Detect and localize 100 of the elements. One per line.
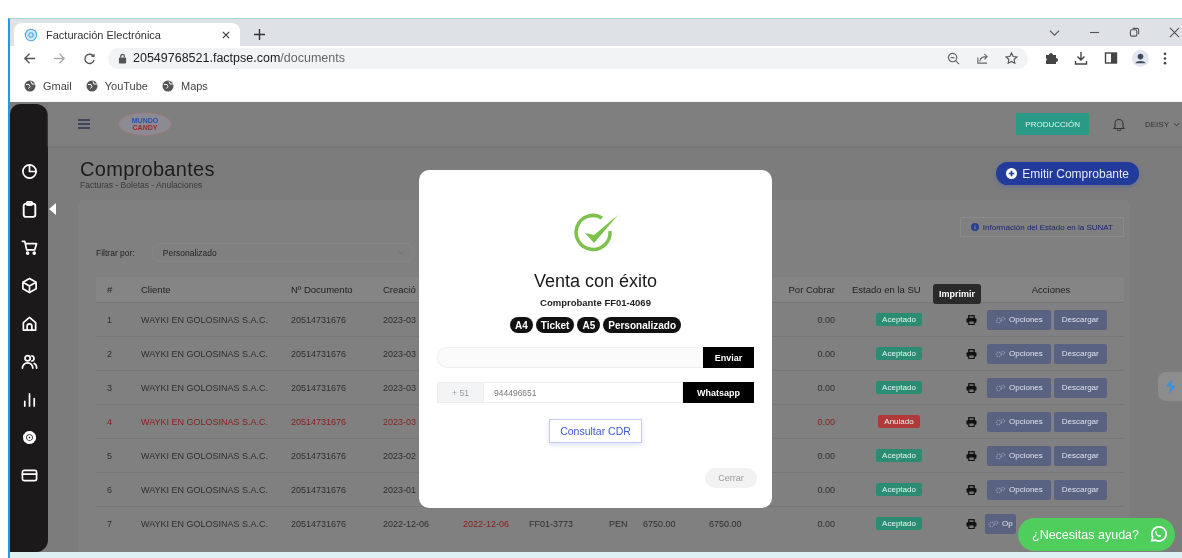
- reload-icon[interactable]: [83, 51, 96, 65]
- options-button[interactable]: Opciones: [987, 309, 1051, 330]
- triangle-marker: [49, 203, 56, 215]
- menu-icon[interactable]: [1163, 51, 1167, 65]
- table-cell-text: 7: [106, 518, 113, 529]
- format-button[interactable]: A5: [577, 317, 601, 333]
- country-code: + 51: [437, 382, 484, 403]
- column-header: Por Cobrar: [787, 284, 836, 295]
- issue-button[interactable]: Emitir Comprobante: [996, 162, 1139, 185]
- phone-field[interactable]: 944496651: [484, 382, 683, 403]
- bookmark[interactable]: Maps: [161, 80, 208, 92]
- bolt-icon: [1164, 378, 1177, 395]
- format-button[interactable]: Personalizado: [603, 317, 682, 333]
- bookmark[interactable]: YouTube: [85, 80, 148, 92]
- new-tab-icon[interactable]: [254, 29, 265, 40]
- options-button[interactable]: Opciones: [987, 479, 1051, 500]
- table-cell-text: WAYKI EN GOLOSINAS S.A.C.: [140, 450, 270, 461]
- pie-icon: [20, 162, 38, 180]
- printer-icon[interactable]: [966, 518, 977, 529]
- bookmark[interactable]: Gmail: [24, 80, 72, 92]
- printer-icon[interactable]: [966, 450, 977, 461]
- table-cell-text: WAYKI EN GOLOSINAS S.A.C.: [140, 518, 270, 529]
- table-cell-text: 20514731676: [290, 450, 348, 461]
- profile-icon[interactable]: [1132, 49, 1149, 67]
- download-button[interactable]: Descargar: [1053, 445, 1107, 466]
- column-header: Creació: [382, 284, 417, 295]
- table-cell-text: 2022-12-06: [462, 518, 511, 529]
- download-button[interactable]: Descargar: [1053, 479, 1107, 500]
- close-tab-icon[interactable]: [222, 30, 230, 39]
- users-icon: [20, 352, 38, 370]
- download-button[interactable]: Descargar: [1053, 411, 1107, 432]
- info-button[interactable]: Información del Estado en la SUNAT: [959, 217, 1124, 237]
- side-panel-icon[interactable]: [1104, 51, 1118, 65]
- environment-button[interactable]: PRODUCCIÓN: [1016, 113, 1089, 135]
- table-cell-text: 2023-03: [382, 416, 418, 427]
- table-cell-text: PEN: [608, 518, 629, 529]
- printer-icon[interactable]: [966, 382, 977, 393]
- options-button[interactable]: Opciones: [987, 343, 1051, 364]
- table-cell-text: 3: [106, 382, 113, 393]
- options-button[interactable]: Opciones: [987, 377, 1051, 398]
- printer-icon[interactable]: [966, 348, 977, 359]
- user-menu[interactable]: DEISY: [1145, 119, 1169, 129]
- download-button[interactable]: Descargar: [1053, 309, 1107, 330]
- download-button[interactable]: Descargar: [1053, 343, 1107, 364]
- printer-icon[interactable]: [966, 484, 977, 495]
- close-button[interactable]: Cerrar: [705, 468, 757, 488]
- status-badge: Aceptado: [876, 483, 922, 496]
- lock-icon: [118, 52, 127, 64]
- chevron-down-icon[interactable]: [1049, 27, 1060, 38]
- table-cell-text: 0.00: [816, 450, 836, 461]
- address-bar[interactable]: 20549768521.factpse.com/documents: [108, 47, 1028, 69]
- status-badge: Aceptado: [876, 449, 922, 462]
- download-icon[interactable]: [1074, 51, 1088, 65]
- options-button[interactable]: Op: [985, 513, 1016, 534]
- table-cell-text: 6750.00: [708, 518, 743, 529]
- whatsapp-button[interactable]: Whatsapp: [683, 382, 754, 403]
- restore-icon[interactable]: [1129, 27, 1140, 38]
- caret-icon[interactable]: [1173, 121, 1180, 127]
- email-field[interactable]: [437, 347, 703, 368]
- table-cell-text: 20514731676: [290, 416, 348, 427]
- dialog-title: Venta con éxito: [533, 271, 658, 292]
- close-icon[interactable]: [1169, 27, 1180, 38]
- table-cell-text: 2023-03: [382, 314, 418, 325]
- table-cell-text: 0.00: [816, 484, 836, 495]
- table-cell-text: 2023-02: [382, 450, 418, 461]
- puzzle-icon[interactable]: [1044, 51, 1058, 65]
- back-icon[interactable]: [23, 51, 36, 65]
- format-button[interactable]: Ticket: [535, 317, 575, 333]
- options-button[interactable]: Opciones: [987, 445, 1051, 466]
- options-button[interactable]: Opciones: [987, 411, 1051, 432]
- status-badge: Aceptado: [876, 517, 922, 530]
- table-cell-text: 1: [106, 314, 113, 325]
- zoom-out-icon[interactable]: [947, 51, 960, 65]
- table-cell-text: 0.00: [816, 382, 836, 393]
- table-cell-text: 2023-01: [382, 484, 418, 495]
- download-button[interactable]: Descargar: [1053, 377, 1107, 398]
- printer-icon[interactable]: [966, 416, 977, 427]
- share-icon[interactable]: [976, 51, 989, 65]
- table-cell-text: 6: [106, 484, 113, 495]
- filter-select[interactable]: Personalizado: [151, 243, 414, 262]
- table-cell-text: WAYKI EN GOLOSINAS S.A.C.: [140, 484, 270, 495]
- clipboard-icon: [20, 199, 39, 219]
- browser-tab[interactable]: Facturación Electrónica: [14, 23, 240, 46]
- table-cell-text: WAYKI EN GOLOSINAS S.A.C.: [140, 314, 270, 325]
- format-button[interactable]: A4: [509, 317, 533, 333]
- send-button[interactable]: Enviar: [703, 347, 754, 368]
- table-cell-text: WAYKI EN GOLOSINAS S.A.C.: [140, 382, 270, 393]
- status-badge: Aceptado: [876, 313, 922, 326]
- consult-cdr-button[interactable]: Consultar CDR: [549, 419, 642, 443]
- info-icon: [970, 223, 979, 231]
- column-header: #: [106, 284, 114, 295]
- card-icon: [20, 466, 38, 484]
- filter-label: Filtrar por:: [96, 247, 135, 258]
- table-cell-text: 5: [106, 450, 113, 461]
- bell-icon[interactable]: [1112, 117, 1126, 131]
- status-badge: Aceptado: [876, 347, 922, 360]
- printer-icon[interactable]: [966, 314, 977, 325]
- star-icon[interactable]: [1005, 51, 1018, 65]
- column-header: Acciones: [1030, 284, 1072, 295]
- table-cell-text: 0.00: [816, 314, 836, 325]
